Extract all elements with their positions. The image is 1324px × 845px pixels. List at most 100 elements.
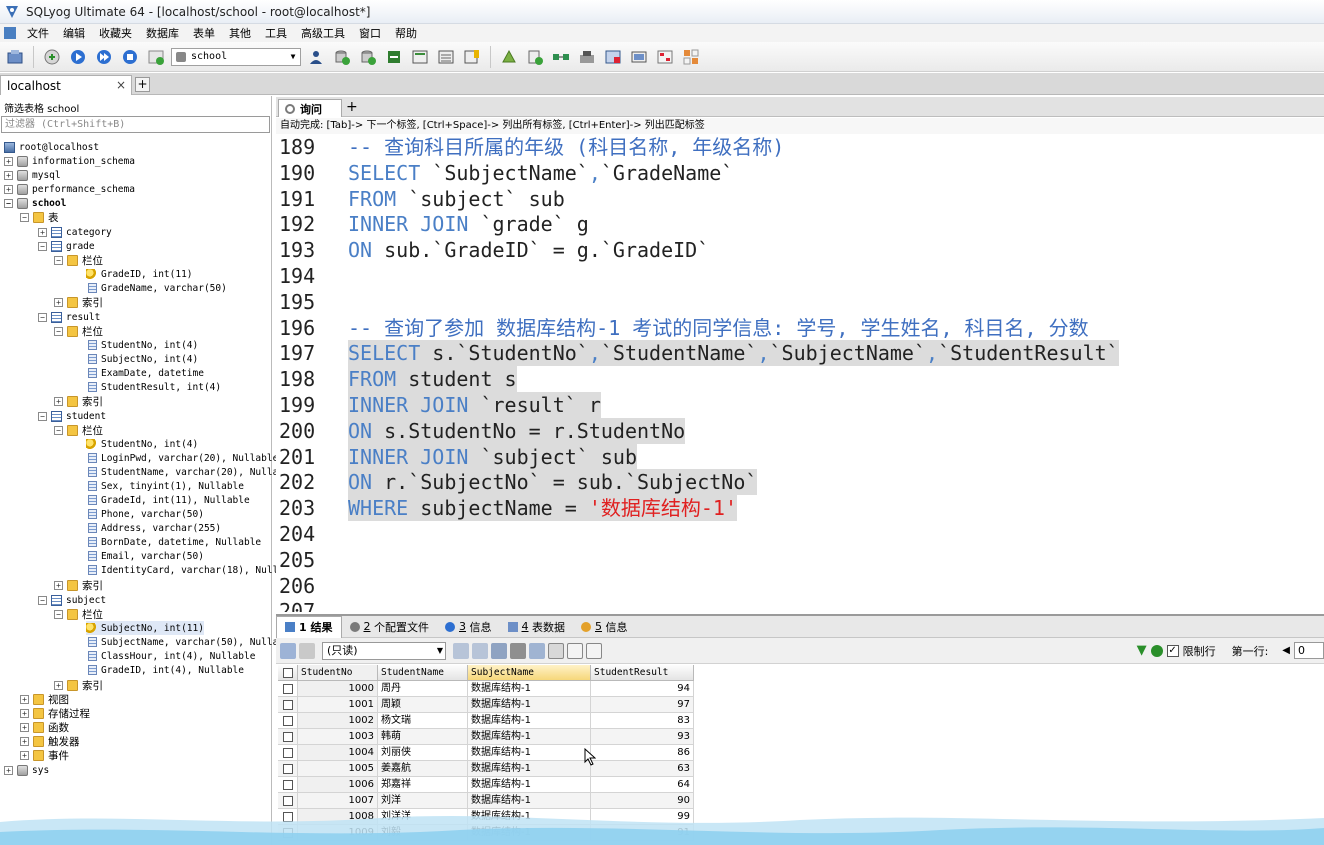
tree-folder-columns[interactable]: − 栏位: [54, 324, 103, 338]
collapse-icon[interactable]: −: [38, 312, 47, 322]
code-line[interactable]: 190 SELECT `SubjectName`,`GradeName`: [276, 160, 1324, 186]
tree-table-student[interactable]: − student: [38, 409, 106, 423]
expand-icon[interactable]: +: [20, 736, 29, 746]
collapse-icon[interactable]: −: [54, 326, 63, 336]
table-cell[interactable]: 数据库结构-1: [468, 681, 591, 697]
app-menu-icon[interactable]: [4, 27, 16, 39]
database-selector[interactable]: school ▼: [171, 47, 301, 66]
grid-mode-icon[interactable]: [548, 642, 564, 659]
report-icon[interactable]: [680, 46, 702, 68]
tree-folder-columns[interactable]: − 栏位: [54, 423, 103, 437]
insert-row-icon[interactable]: [453, 642, 469, 659]
add-connection-tab-button[interactable]: +: [135, 77, 150, 92]
menu-others[interactable]: 其他: [222, 25, 258, 41]
table-cell[interactable]: 1007: [298, 793, 378, 809]
table-cell[interactable]: 数据库结构-1: [468, 777, 591, 793]
tree-column[interactable]: SubjectName, varchar(50), Nullable: [88, 635, 295, 649]
row-checkbox-cell[interactable]: [278, 745, 298, 761]
table-cell[interactable]: 周丹: [378, 681, 468, 697]
table-cell[interactable]: 刘洋: [378, 793, 468, 809]
row-checkbox[interactable]: [282, 715, 293, 726]
code-line[interactable]: 198 FROM student s: [276, 366, 1324, 393]
export-result-icon[interactable]: [299, 642, 315, 659]
expand-icon[interactable]: +: [20, 722, 29, 732]
code-line[interactable]: 193 ON sub.`GradeID` = g.`GradeID`: [276, 237, 1324, 263]
table-row[interactable]: 1001 周颖 数据库结构-1 97: [278, 697, 694, 713]
code-line[interactable]: 205: [276, 547, 1324, 573]
table-cell[interactable]: 数据库结构-1: [468, 761, 591, 777]
tree-column[interactable]: SubjectNo, int(4): [88, 352, 198, 366]
table-cell[interactable]: 数据库结构-1: [468, 697, 591, 713]
table-cell[interactable]: 1006: [298, 777, 378, 793]
table-row[interactable]: 1008 刘洋洋 数据库结构-1 99: [278, 809, 694, 825]
tree-root[interactable]: root@localhost: [4, 140, 99, 154]
row-checkbox-cell[interactable]: [278, 793, 298, 809]
table-cell[interactable]: 1001: [298, 697, 378, 713]
table-cell[interactable]: 86: [591, 745, 694, 761]
menu-help[interactable]: 帮助: [388, 25, 424, 41]
expand-icon[interactable]: +: [54, 680, 63, 690]
execute-all-icon[interactable]: [93, 46, 115, 68]
row-checkbox-cell[interactable]: [278, 697, 298, 713]
expand-icon[interactable]: +: [4, 156, 13, 166]
tree-column[interactable]: Address, varchar(255): [88, 521, 221, 535]
table-cell[interactable]: 韩萌: [378, 729, 468, 745]
form-mode-icon[interactable]: [567, 642, 583, 659]
table-cell[interactable]: 1005: [298, 761, 378, 777]
row-checkbox[interactable]: [282, 699, 293, 710]
code-line[interactable]: 202 ON r.`SubjectNo` = sub.`SubjectNo`: [276, 469, 1324, 496]
tab-table-data[interactable]: 4 表数据: [500, 616, 574, 638]
table-cell[interactable]: 1000: [298, 681, 378, 697]
tree-column[interactable]: BornDate, datetime, Nullable: [88, 535, 261, 549]
table-row[interactable]: 1006 郑嘉祥 数据库结构-1 64: [278, 777, 694, 793]
table-cell[interactable]: 1008: [298, 809, 378, 825]
chevron-down-icon[interactable]: ▼: [286, 49, 300, 65]
collapse-icon[interactable]: −: [54, 425, 63, 435]
table-cell[interactable]: 刘洋洋: [378, 809, 468, 825]
migration-icon[interactable]: [576, 46, 598, 68]
table-cell[interactable]: 1004: [298, 745, 378, 761]
tree-column[interactable]: LoginPwd, varchar(20), Nullable: [88, 451, 278, 465]
row-checkbox-cell[interactable]: [278, 713, 298, 729]
tab-result[interactable]: 1 结果: [276, 615, 342, 638]
table-cell[interactable]: 姜嘉航: [378, 761, 468, 777]
code-line[interactable]: 192 INNER JOIN `grade` g: [276, 211, 1324, 237]
import-icon[interactable]: [435, 46, 457, 68]
tree-table-subject[interactable]: − subject: [38, 593, 106, 607]
expand-icon[interactable]: +: [20, 750, 29, 760]
table-cell[interactable]: 数据库结构-1: [468, 729, 591, 745]
row-checkbox[interactable]: [282, 827, 293, 838]
table-row[interactable]: 1007 刘洋 数据库结构-1 90: [278, 793, 694, 809]
tree-folder-columns[interactable]: − 栏位: [54, 607, 103, 621]
column-header[interactable]: StudentName: [378, 665, 468, 681]
collapse-icon[interactable]: −: [38, 411, 47, 421]
code-line[interactable]: 200 ON s.StudentNo = r.StudentNo: [276, 417, 1324, 444]
sync-icon[interactable]: [524, 46, 546, 68]
expand-icon[interactable]: +: [38, 227, 47, 237]
code-line[interactable]: 201 INNER JOIN `subject` sub: [276, 443, 1324, 470]
collapse-icon[interactable]: −: [38, 595, 47, 605]
data-sync-icon[interactable]: [602, 46, 624, 68]
new-query-icon[interactable]: [41, 46, 63, 68]
tree-folder-triggers[interactable]: + 触发器: [20, 734, 80, 748]
column-header[interactable]: StudentResult: [591, 665, 694, 681]
tree-column[interactable]: StudentName, varchar(20), Nullable: [88, 465, 295, 479]
tree-column[interactable]: Email, varchar(50): [88, 549, 204, 563]
expand-icon[interactable]: +: [54, 580, 63, 590]
schema-designer-icon[interactable]: [461, 46, 483, 68]
table-cell[interactable]: 63: [591, 761, 694, 777]
expand-icon[interactable]: +: [4, 765, 13, 775]
table-cell[interactable]: 1002: [298, 713, 378, 729]
table-cell[interactable]: 99: [591, 809, 694, 825]
stop-query-icon[interactable]: [119, 46, 141, 68]
menu-file[interactable]: 文件: [20, 25, 56, 41]
row-checkbox[interactable]: [282, 811, 293, 822]
checkbox[interactable]: [282, 667, 293, 678]
table-row[interactable]: 1003 韩萌 数据库结构-1 93: [278, 729, 694, 745]
limit-rows-checkbox[interactable]: ✓: [1166, 644, 1179, 657]
table-cell[interactable]: 1003: [298, 729, 378, 745]
filter-icon[interactable]: ▼: [1137, 643, 1147, 658]
row-checkbox-cell[interactable]: [278, 681, 298, 697]
code-line[interactable]: 199 INNER JOIN `result` r: [276, 392, 1324, 418]
column-header[interactable]: SubjectName: [468, 665, 591, 681]
